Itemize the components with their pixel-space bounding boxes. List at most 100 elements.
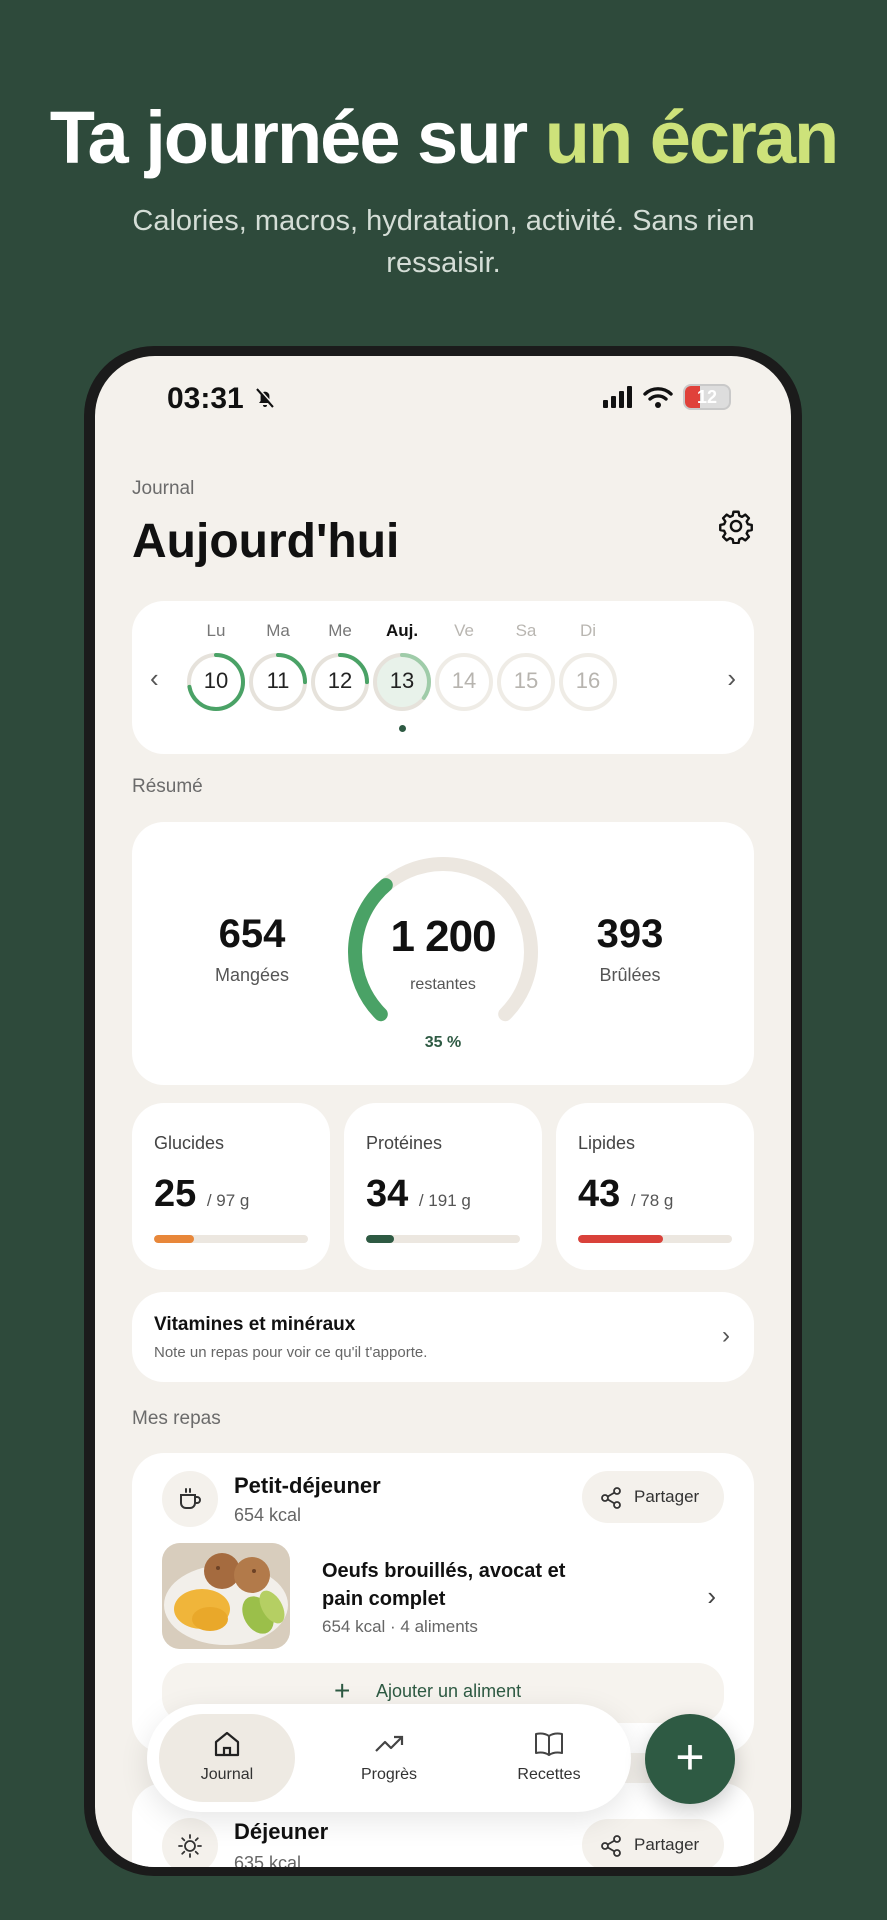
week-selector: ‹ Lu 10 Ma 11 Me 12 Auj. 13 Ve 14 Sa 15 Di 16 › — [132, 601, 754, 754]
tab-label: Journal — [200, 1766, 254, 1783]
day-12[interactable]: Me 12 — [308, 621, 372, 713]
day-number: 13 — [389, 668, 415, 693]
status-bar: 03:31 12 — [95, 356, 791, 436]
gear-icon[interactable] — [718, 508, 754, 544]
add-food-label: Ajouter un aliment — [376, 1681, 522, 1701]
food-title[interactable]: Oeufs brouillés, avocat et pain complet — [322, 1557, 612, 1613]
summary-card: 654 Mangées 1 200 restantes 35 % 393 Brû… — [132, 822, 754, 1085]
page-title: Aujourd'hui — [132, 515, 400, 568]
tab-label: Recettes — [517, 1766, 581, 1783]
chevron-right-icon: › — [722, 1322, 730, 1349]
promo-subline: Calories, macros, hydratation, activité.… — [132, 205, 755, 279]
day-ring: 13 — [371, 651, 433, 713]
macro-value: 43 / 78 g — [578, 1173, 674, 1215]
macro-name: Protéines — [366, 1133, 443, 1153]
meal-name: Petit-déjeuner — [234, 1473, 381, 1498]
share-label: Partager — [634, 1487, 700, 1506]
remaining-value: 1 200 — [390, 912, 496, 961]
day-13[interactable]: Auj. 13 — [370, 621, 434, 732]
tab-progres[interactable]: Progrès — [321, 1714, 457, 1802]
eaten-block: 654 Mangées — [172, 912, 332, 986]
day-label: Ve — [454, 621, 474, 640]
status-right: 12 — [603, 384, 731, 410]
trend-up-icon — [375, 1735, 404, 1752]
day-label: Lu — [206, 621, 226, 640]
tab-journal[interactable]: Journal — [159, 1714, 295, 1802]
next-week-arrow-icon[interactable]: › — [727, 663, 736, 694]
macro-bar — [578, 1235, 732, 1243]
macro-card-fat[interactable]: Lipides 43 / 78 g — [556, 1103, 754, 1270]
share-icon — [601, 1487, 621, 1509]
percent-label: 35 % — [424, 1034, 462, 1051]
app-screen: 03:31 12 Journal Aujourd'hui ‹ Lu 10 Ma … — [95, 356, 791, 1867]
phone-frame: 03:31 12 Journal Aujourd'hui ‹ Lu 10 Ma … — [84, 346, 802, 1876]
day-ring: 14 — [433, 651, 495, 713]
vitamins-title: Vitamines et minéraux — [154, 1314, 356, 1335]
macro-name: Glucides — [154, 1133, 225, 1153]
day-label: Sa — [515, 621, 537, 640]
summary-label: Résumé — [132, 776, 203, 797]
food-photo[interactable] — [162, 1543, 290, 1649]
day-14[interactable]: Ve 14 — [432, 621, 496, 713]
day-number: 12 — [327, 668, 353, 693]
macro-card-protein[interactable]: Protéines 34 / 191 g — [344, 1103, 542, 1270]
day-label: Auj. — [385, 621, 419, 640]
chevron-right-icon[interactable]: › — [707, 1581, 716, 1612]
burned-block: 393 Brûlées — [550, 912, 710, 986]
day-ring: 10 — [185, 651, 247, 713]
tab-recettes[interactable]: Recettes — [481, 1714, 617, 1802]
day-ring: 16 — [557, 651, 619, 713]
macro-card-carbs[interactable]: Glucides 25 / 97 g — [132, 1103, 330, 1270]
status-time: 03:31 — [167, 382, 244, 415]
burned-label: Brûlées — [599, 965, 661, 985]
plus-icon: + — [675, 1729, 705, 1785]
day-number: 14 — [451, 668, 477, 693]
wifi-icon — [643, 387, 673, 408]
food-subtitle: 654 kcal · 4 aliments — [322, 1617, 478, 1636]
vitamins-card[interactable]: Vitamines et minéraux Note un repas pour… — [132, 1292, 754, 1382]
share-label: Partager — [634, 1835, 700, 1854]
share-button[interactable]: Partager — [582, 1819, 724, 1867]
plus-icon: + — [334, 1675, 351, 1706]
today-dot — [398, 725, 406, 732]
add-fab-button[interactable]: + — [645, 1714, 735, 1804]
day-number: 11 — [266, 668, 290, 693]
day-label: Me — [328, 621, 352, 640]
meal-kcal: 635 kcal — [234, 1853, 302, 1867]
day-label: Ma — [266, 621, 290, 640]
day-number: 16 — [575, 668, 601, 693]
home-icon — [214, 1731, 240, 1757]
day-10[interactable]: Lu 10 — [184, 621, 248, 713]
day-ring: 11 — [247, 651, 309, 713]
promo-headline: Ta journée sur un écran — [0, 95, 887, 180]
headline-accent: un écran — [544, 96, 839, 179]
burned-value: 393 — [596, 912, 664, 956]
meal-kcal: 654 kcal — [234, 1505, 302, 1525]
book-icon — [535, 1732, 563, 1756]
day-16[interactable]: Di 16 — [556, 621, 620, 713]
vitamins-subtitle: Note un repas pour voir ce qu'il t'appor… — [154, 1344, 428, 1361]
prev-week-arrow-icon[interactable]: ‹ — [150, 663, 159, 694]
day-11[interactable]: Ma 11 — [246, 621, 310, 713]
battery-level: 12 — [696, 387, 718, 407]
macro-bar — [366, 1235, 520, 1243]
coffee-cup-icon — [162, 1471, 218, 1527]
page-overline: Journal — [132, 478, 195, 499]
macro-value: 25 / 97 g — [154, 1173, 250, 1215]
battery-icon: 12 — [683, 384, 731, 410]
signal-icon — [603, 386, 632, 408]
day-ring: 15 — [495, 651, 557, 713]
eaten-label: Mangées — [214, 965, 290, 985]
calorie-gauge: 1 200 restantes 35 % — [340, 852, 546, 1052]
share-icon — [601, 1835, 621, 1857]
day-ring: 12 — [309, 651, 371, 713]
share-button[interactable]: Partager — [582, 1471, 724, 1523]
bottom-tab-bar: Journal Progrès Recettes — [147, 1704, 631, 1812]
day-number: 15 — [513, 668, 539, 693]
bell-muted-icon — [256, 387, 276, 408]
day-label: Di — [579, 621, 597, 640]
day-15[interactable]: Sa 15 — [494, 621, 558, 713]
meals-label: Mes repas — [132, 1408, 221, 1429]
headline-main: Ta journée sur — [49, 96, 545, 179]
eaten-value: 654 — [218, 912, 286, 956]
